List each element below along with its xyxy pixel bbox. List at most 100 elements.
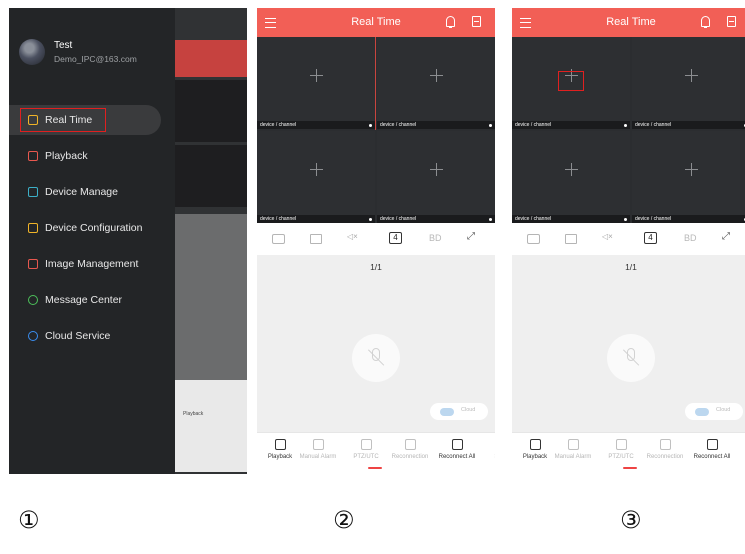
- bell-icon[interactable]: [446, 16, 455, 28]
- cell-label: device / channel: [512, 121, 630, 129]
- talk-button[interactable]: [352, 334, 400, 382]
- page-title: Real Time: [351, 16, 401, 28]
- add-device-icon[interactable]: [310, 163, 323, 176]
- add-device-icon[interactable]: [310, 69, 323, 82]
- tab-reconnection[interactable]: Reconnection: [387, 439, 433, 460]
- alarm-icon: [567, 439, 579, 450]
- menu-item-cloud-service[interactable]: Cloud Service: [9, 321, 169, 351]
- status-dot: [624, 124, 627, 127]
- realtime-screen-2: Real Time device / channel device / chan…: [257, 8, 495, 474]
- stream-quality-button[interactable]: BD: [429, 233, 442, 243]
- device-manage-icon: [28, 187, 38, 197]
- realtime-screen-3: Real Time device / channel device / chan…: [512, 8, 745, 474]
- alarm-icon: [312, 439, 324, 450]
- cell-label: device / channel: [632, 121, 745, 129]
- video-toolbar: ◁× 4 BD ⤢: [512, 223, 745, 255]
- playback-icon: [529, 439, 541, 450]
- tab-ptz[interactable]: PTZ/UTC: [598, 439, 644, 460]
- record-icon[interactable]: [565, 234, 577, 244]
- selected-cell-border: [375, 37, 376, 130]
- stream-quality-button[interactable]: BD: [684, 233, 697, 243]
- drawer-panel: Playback Test Demo_IPC@163.com Real Time…: [9, 8, 247, 474]
- reconnection-icon: [659, 439, 671, 450]
- cloud-icon: [440, 408, 454, 416]
- header-bar: Real Time: [257, 8, 495, 37]
- video-toolbar: ◁× 4 BD ⤢: [257, 223, 495, 255]
- highlight-box: [558, 71, 584, 91]
- menu-item-message-center[interactable]: Message Center: [9, 285, 169, 315]
- tab-ptz[interactable]: PTZ/UTC: [343, 439, 389, 460]
- tab-indicator: [368, 467, 382, 469]
- avatar[interactable]: [19, 39, 45, 65]
- menu-item-image-management[interactable]: Image Management: [9, 249, 169, 279]
- video-cell[interactable]: device / channel: [632, 37, 745, 129]
- cloud-toggle[interactable]: Cloud: [430, 403, 488, 420]
- video-grid: device / channel device / channel device…: [512, 37, 745, 223]
- add-device-icon[interactable]: [430, 163, 443, 176]
- device-config-icon: [28, 223, 38, 233]
- bell-icon[interactable]: [701, 16, 710, 28]
- tab-indicator: [623, 467, 637, 469]
- page-indicator: 1/1: [625, 262, 637, 272]
- add-device-icon[interactable]: [685, 163, 698, 176]
- ptz-icon: [615, 439, 627, 450]
- fullscreen-icon[interactable]: ⤢: [722, 231, 730, 242]
- page-title: Real Time: [606, 16, 656, 28]
- snapshot-icon[interactable]: [272, 234, 285, 244]
- split-screen-button[interactable]: 4: [389, 232, 402, 244]
- talk-button[interactable]: [607, 334, 655, 382]
- playback-icon: [28, 151, 38, 161]
- step-caption-2: ②: [333, 507, 355, 534]
- playback-icon: [274, 439, 286, 450]
- video-cell[interactable]: device / channel: [632, 131, 745, 223]
- tab-reconnection[interactable]: Reconnection: [642, 439, 688, 460]
- ptz-icon: [360, 439, 372, 450]
- storage-icon[interactable]: [472, 16, 481, 27]
- storage-icon[interactable]: [727, 16, 736, 27]
- video-grid: device / channel device / channel device…: [257, 37, 495, 223]
- record-icon[interactable]: [310, 234, 322, 244]
- cell-label: device / channel: [512, 215, 630, 223]
- add-device-icon[interactable]: [430, 69, 443, 82]
- image-management-icon: [28, 259, 38, 269]
- step-caption-1: ①: [18, 507, 40, 534]
- video-cell[interactable]: device / channel: [377, 131, 495, 223]
- tab-reconnect-all[interactable]: Reconnect All: [434, 439, 480, 460]
- cloud-service-icon: [28, 331, 38, 341]
- tab-more[interactable]: Se: [475, 439, 495, 460]
- cell-label: device / channel: [257, 215, 375, 223]
- menu-item-device-manage[interactable]: Device Manage: [9, 177, 169, 207]
- cell-label: device / channel: [632, 215, 745, 223]
- split-screen-button[interactable]: 4: [644, 232, 657, 244]
- add-device-icon[interactable]: [565, 163, 578, 176]
- reconnect-all-icon: [451, 439, 463, 450]
- video-cell[interactable]: device / channel: [377, 37, 495, 129]
- step-caption-3: ③: [620, 507, 642, 534]
- user-email: Demo_IPC@163.com: [54, 54, 137, 64]
- status-dot: [489, 218, 492, 221]
- video-cell[interactable]: device / channel: [257, 131, 375, 223]
- video-cell[interactable]: device / channel: [257, 37, 375, 129]
- menu-item-device-configuration[interactable]: Device Configuration: [9, 213, 169, 243]
- status-dot: [369, 124, 372, 127]
- snapshot-icon[interactable]: [527, 234, 540, 244]
- highlight-box: [20, 108, 106, 132]
- tab-manual-alarm[interactable]: Manual Alarm: [295, 439, 341, 460]
- video-cell[interactable]: device / channel: [512, 131, 630, 223]
- mute-icon[interactable]: ◁×: [347, 232, 358, 242]
- mute-icon[interactable]: ◁×: [602, 232, 613, 242]
- tab-manual-alarm[interactable]: Manual Alarm: [550, 439, 596, 460]
- fullscreen-icon[interactable]: ⤢: [467, 231, 475, 242]
- status-dot: [624, 218, 627, 221]
- cell-label: device / channel: [377, 215, 495, 223]
- cell-label: device / channel: [377, 121, 495, 129]
- tab-reconnect-all[interactable]: Reconnect All: [689, 439, 735, 460]
- reconnect-all-icon: [706, 439, 718, 450]
- cloud-toggle[interactable]: Cloud: [685, 403, 743, 420]
- message-center-icon: [28, 295, 38, 305]
- menu-item-playback[interactable]: Playback: [9, 141, 169, 171]
- cloud-icon: [695, 408, 709, 416]
- navigation-drawer: Test Demo_IPC@163.com Real Time Playback…: [9, 8, 175, 474]
- tab-more[interactable]: Se: [730, 439, 745, 460]
- add-device-icon[interactable]: [685, 69, 698, 82]
